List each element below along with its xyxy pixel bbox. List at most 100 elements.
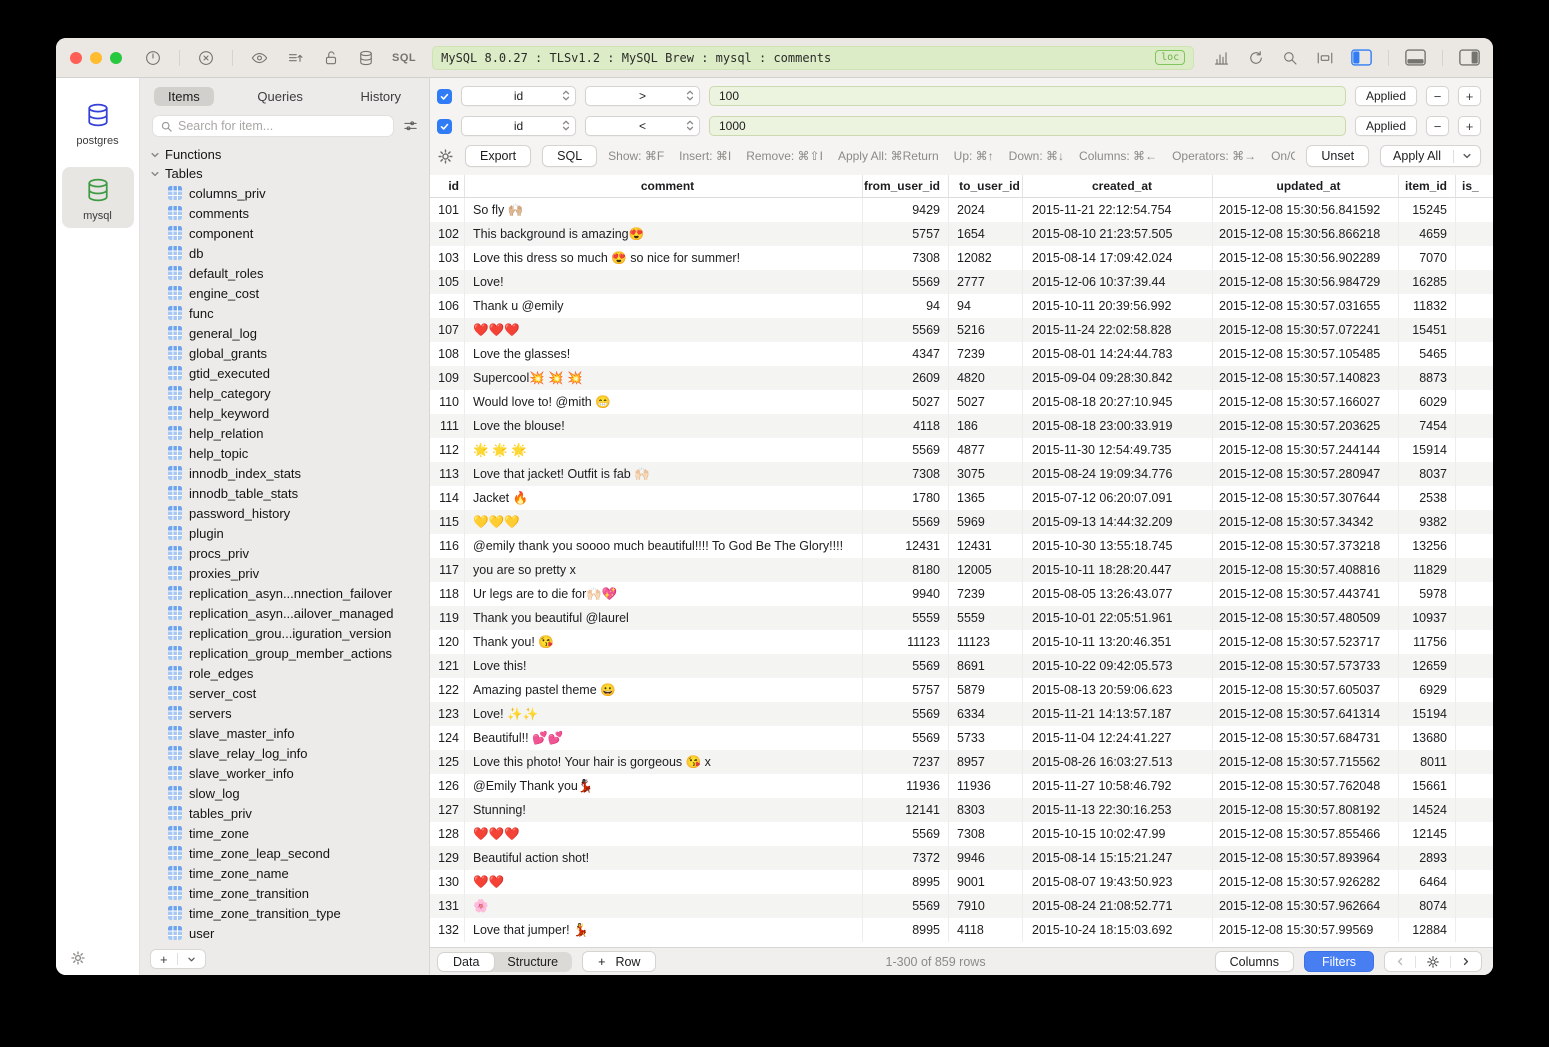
sidebar-table-item[interactable]: columns_priv [140,183,429,203]
cell-is[interactable] [1455,246,1493,270]
cell-to-user-id[interactable]: 1365 [948,486,1022,510]
table-row[interactable]: 109 Supercool💥 💥 💥 2609 4820 2015-09-04 … [430,366,1493,390]
sidebar-table-item[interactable]: default_roles [140,263,429,283]
cell-from-user-id[interactable]: 8995 [862,870,948,894]
cell-updated-at[interactable]: 2015-12-08 15:30:57.140823 [1212,366,1398,390]
cell-from-user-id[interactable]: 1780 [862,486,948,510]
filter-operator-select[interactable]: > [585,86,700,106]
sidebar-table-item[interactable]: slow_log [140,783,429,803]
table-row[interactable]: 129 Beautiful action shot! 7372 9946 201… [430,846,1493,870]
cell-id[interactable]: 128 [430,822,464,846]
cell-id[interactable]: 131 [430,894,464,918]
cell-updated-at[interactable]: 2015-12-08 15:30:57.203625 [1212,414,1398,438]
cell-is[interactable] [1455,894,1493,918]
chart-icon[interactable] [1212,49,1231,67]
cell-item-id[interactable]: 11756 [1398,630,1455,654]
cell-is[interactable] [1455,390,1493,414]
table-row[interactable]: 123 Love! ✨✨ 5569 6334 2015-11-21 14:13:… [430,702,1493,726]
cell-comment[interactable]: So fly 🙌🏼 [464,198,862,222]
table-row[interactable]: 114 Jacket 🔥 1780 1365 2015-07-12 06:20:… [430,486,1493,510]
cell-id[interactable]: 118 [430,582,464,606]
filter-field-select[interactable]: id [461,116,576,136]
cell-created-at[interactable]: 2015-10-01 22:05:51.961 [1022,606,1212,630]
cell-updated-at[interactable]: 2015-12-08 15:30:57.808192 [1212,798,1398,822]
cell-from-user-id[interactable]: 94 [862,294,948,318]
cell-from-user-id[interactable]: 5569 [862,510,948,534]
page-settings-gear-icon[interactable] [1416,952,1450,971]
cell-created-at[interactable]: 2015-10-11 13:20:46.351 [1022,630,1212,654]
column-header-comment[interactable]: comment [464,175,862,197]
cell-item-id[interactable]: 12659 [1398,654,1455,678]
cell-updated-at[interactable]: 2015-12-08 15:30:57.762048 [1212,774,1398,798]
database-icon[interactable] [357,49,375,67]
cell-from-user-id[interactable]: 12431 [862,534,948,558]
table-row[interactable]: 125 Love this photo! Your hair is gorgeo… [430,750,1493,774]
cell-created-at[interactable]: 2015-08-05 13:26:43.077 [1022,582,1212,606]
cell-comment[interactable]: Love! ✨✨ [464,702,862,726]
cell-updated-at[interactable]: 2015-12-08 15:30:57.280947 [1212,462,1398,486]
cell-to-user-id[interactable]: 9001 [948,870,1022,894]
tree-group-functions[interactable]: Functions [140,145,429,164]
cell-created-at[interactable]: 2015-08-14 17:09:42.024 [1022,246,1212,270]
cell-created-at[interactable]: 2015-11-21 14:13:57.187 [1022,702,1212,726]
cell-updated-at[interactable]: 2015-12-08 15:30:56.984729 [1212,270,1398,294]
cell-is[interactable] [1455,270,1493,294]
filters-button[interactable]: Filters [1304,951,1374,972]
table-row[interactable]: 130 ❤️❤️ 8995 9001 2015-08-07 19:43:50.9… [430,870,1493,894]
export-button[interactable]: Export [465,145,531,167]
cell-to-user-id[interactable]: 5027 [948,390,1022,414]
cell-from-user-id[interactable]: 5569 [862,654,948,678]
add-row-button[interactable]: + Row [582,951,656,972]
cell-id[interactable]: 111 [430,414,464,438]
sidebar-table-item[interactable]: general_log [140,323,429,343]
cell-from-user-id[interactable]: 11123 [862,630,948,654]
table-row[interactable]: 119 Thank you beautiful @laurel 5559 555… [430,606,1493,630]
sidebar-table-item[interactable]: server_cost [140,683,429,703]
cell-created-at[interactable]: 2015-10-11 18:28:20.447 [1022,558,1212,582]
cell-id[interactable]: 117 [430,558,464,582]
sidebar-table-item[interactable]: help_relation [140,423,429,443]
filter-settings-gear-icon[interactable] [437,148,454,165]
cell-comment[interactable]: Love this dress so much 😍 so nice for su… [464,246,862,270]
cell-comment[interactable]: Love the blouse! [464,414,862,438]
close-window-button[interactable] [70,52,82,64]
sidebar-table-item[interactable]: help_topic [140,443,429,463]
minimize-window-button[interactable] [90,52,102,64]
cell-created-at[interactable]: 2015-08-07 19:43:50.923 [1022,870,1212,894]
query-log-icon[interactable] [286,49,305,67]
sidebar-table-item[interactable]: slave_master_info [140,723,429,743]
cell-item-id[interactable]: 8037 [1398,462,1455,486]
cell-updated-at[interactable]: 2015-12-08 15:30:57.573733 [1212,654,1398,678]
sql-editor-icon[interactable]: SQL [392,52,416,64]
cell-is[interactable] [1455,918,1493,942]
cell-is[interactable] [1455,534,1493,558]
cell-from-user-id[interactable]: 5027 [862,390,948,414]
sidebar-table-item[interactable]: procs_priv [140,543,429,563]
cell-is[interactable] [1455,846,1493,870]
remove-filter-button[interactable]: − [1426,116,1449,136]
cell-is[interactable] [1455,702,1493,726]
cell-created-at[interactable]: 2015-11-21 22:12:54.754 [1022,198,1212,222]
sidebar-table-item[interactable]: proxies_priv [140,563,429,583]
cell-updated-at[interactable]: 2015-12-08 15:30:57.166027 [1212,390,1398,414]
filter-enabled-checkbox[interactable] [437,89,452,104]
cell-to-user-id[interactable]: 4877 [948,438,1022,462]
cell-id[interactable]: 116 [430,534,464,558]
cell-updated-at[interactable]: 2015-12-08 15:30:57.893964 [1212,846,1398,870]
cell-created-at[interactable]: 2015-08-26 16:03:27.513 [1022,750,1212,774]
table-row[interactable]: 116 @emily thank you soooo much beautifu… [430,534,1493,558]
cell-id[interactable]: 115 [430,510,464,534]
cell-comment[interactable]: you are so pretty x [464,558,862,582]
cell-is[interactable] [1455,222,1493,246]
column-header-created-at[interactable]: created_at [1022,175,1212,197]
cell-updated-at[interactable]: 2015-12-08 15:30:57.373218 [1212,534,1398,558]
sidebar-table-item[interactable]: help_category [140,383,429,403]
cell-id[interactable]: 110 [430,390,464,414]
table-row[interactable]: 124 Beautiful!! 💕💕 5569 5733 2015-11-04 … [430,726,1493,750]
cell-is[interactable] [1455,798,1493,822]
table-row[interactable]: 108 Love the glasses! 4347 7239 2015-08-… [430,342,1493,366]
cell-to-user-id[interactable]: 5879 [948,678,1022,702]
cell-updated-at[interactable]: 2015-12-08 15:30:57.715562 [1212,750,1398,774]
cell-id[interactable]: 114 [430,486,464,510]
cell-created-at[interactable]: 2015-08-24 19:09:34.776 [1022,462,1212,486]
